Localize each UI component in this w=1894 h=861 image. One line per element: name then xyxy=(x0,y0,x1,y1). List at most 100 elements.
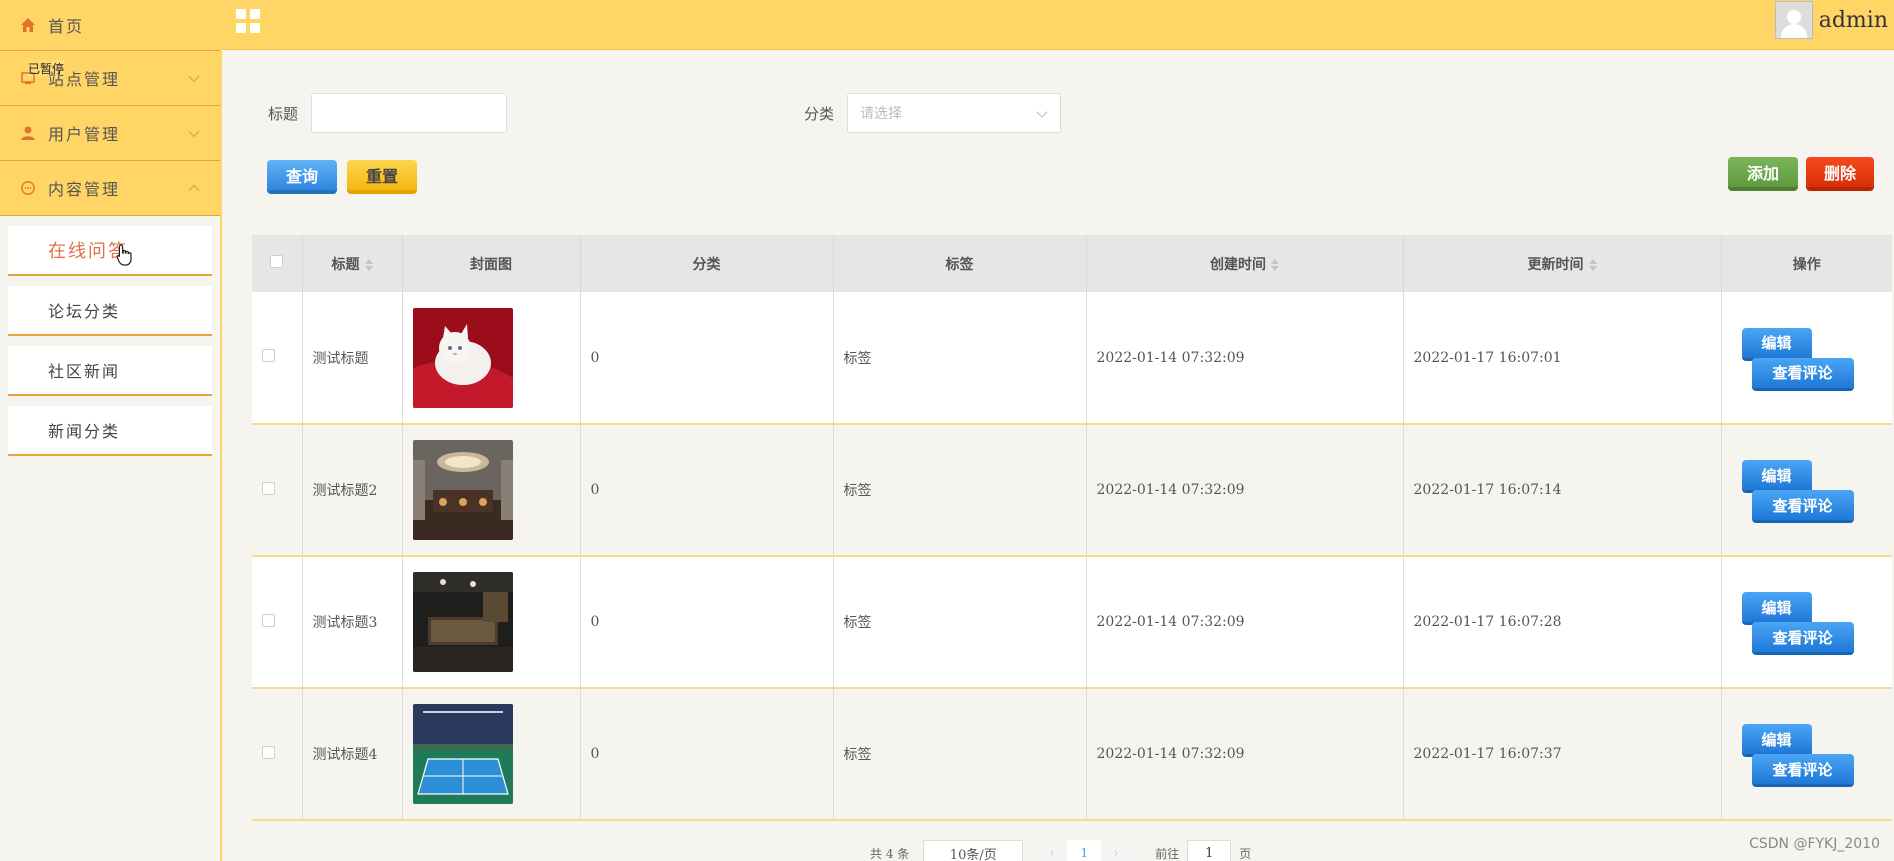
row-checkbox[interactable] xyxy=(262,349,275,362)
category-search-label: 分类 xyxy=(804,105,835,123)
cover-image-kitten[interactable] xyxy=(412,307,513,408)
cover-image-dining-hall[interactable] xyxy=(412,440,513,540)
col-created-label: 创建时间 xyxy=(1210,256,1266,273)
category-select-placeholder: 请选择 xyxy=(860,106,902,122)
menu-home-label: 首页 xyxy=(48,17,85,36)
chat-icon xyxy=(20,180,36,196)
row-actions: 编辑 查看评论 xyxy=(1721,556,1892,689)
row-tag: 标签 xyxy=(833,424,1087,557)
pagination-total: 共 4 条 xyxy=(870,846,910,861)
view-comments-button[interactable]: 查看评论 xyxy=(1751,754,1854,784)
row-category: 0 xyxy=(580,424,834,557)
row-created: 2022-01-14 07:32:09 xyxy=(1086,556,1404,689)
page-number-current[interactable]: 1 xyxy=(1067,840,1102,861)
chevron-down-icon xyxy=(1036,106,1048,118)
edit-button[interactable]: 编辑 xyxy=(1741,327,1812,358)
reset-button[interactable]: 重置 xyxy=(347,160,417,190)
table-row: 测试标题3 0 标签 2022-01-14 07:32:09 2022-01-1… xyxy=(252,556,1892,689)
row-category: 0 xyxy=(580,688,834,821)
edit-button[interactable]: 编辑 xyxy=(1741,460,1812,490)
content-submenu: 在线问答 论坛分类 社区新闻 新闻分类 xyxy=(0,216,220,456)
submenu-community-news[interactable]: 社区新闻 xyxy=(8,346,212,396)
sidebar: 首页 站点管理 用户管理 内容管理 已暂停 在线问答 论坛分类 社区新闻 新闻分… xyxy=(0,0,222,861)
chevron-up-icon xyxy=(188,184,200,197)
username: admin xyxy=(1818,7,1888,33)
sort-icon[interactable] xyxy=(1588,258,1597,271)
row-actions: 编辑 查看评论 xyxy=(1721,424,1892,557)
edit-button[interactable]: 编辑 xyxy=(1741,724,1812,754)
hand-cursor-icon xyxy=(116,244,134,271)
avatar[interactable] xyxy=(1774,1,1813,39)
paused-overlay: 已暂停 xyxy=(28,60,65,77)
submenu-forum-category-label: 论坛分类 xyxy=(48,302,121,321)
row-title: 测试标题4 xyxy=(302,688,403,821)
menu-user-management[interactable]: 用户管理 xyxy=(0,106,220,161)
view-comments-button[interactable]: 查看评论 xyxy=(1751,490,1854,520)
page-size-value: 10条/页 xyxy=(949,847,997,861)
submenu-forum-category[interactable]: 论坛分类 xyxy=(8,286,212,336)
row-title: 测试标题2 xyxy=(302,424,403,557)
col-actions-label: 操作 xyxy=(1792,256,1821,273)
view-comments-button[interactable]: 查看评论 xyxy=(1751,357,1854,388)
col-tag: 标签 xyxy=(833,235,1087,292)
next-page-button[interactable]: › xyxy=(1101,840,1132,861)
col-cover: 封面图 xyxy=(402,235,581,292)
row-checkbox-cell xyxy=(252,424,303,557)
col-tag-label: 标签 xyxy=(945,256,974,273)
submenu-online-qa[interactable]: 在线问答 xyxy=(8,226,212,276)
row-checkbox[interactable] xyxy=(262,745,275,759)
table-row: 测试标题 0 标签 2022-01-14 07:32:09 2022-01-17… xyxy=(252,292,1892,425)
row-cover xyxy=(402,688,581,821)
prev-page-button[interactable]: ‹ xyxy=(1037,840,1068,861)
chevron-left-icon: ‹ xyxy=(1049,846,1055,860)
table-row: 测试标题2 0 标签 2022-01-14 07:32:09 2022-01-1… xyxy=(252,424,1892,557)
delete-button[interactable]: 删除 xyxy=(1806,157,1874,187)
row-created: 2022-01-14 07:32:09 xyxy=(1086,688,1404,821)
top-header: admin xyxy=(222,0,1894,50)
cover-image-tennis-court[interactable] xyxy=(412,704,513,804)
col-updated[interactable]: 更新时间 xyxy=(1403,235,1722,292)
row-checkbox-cell xyxy=(252,688,303,821)
row-cover xyxy=(402,292,581,425)
chevron-right-icon: › xyxy=(1113,846,1119,860)
row-cover xyxy=(402,556,581,689)
col-category-label: 分类 xyxy=(692,256,721,273)
row-updated: 2022-01-17 16:07:14 xyxy=(1403,424,1722,557)
grid-menu-icon[interactable] xyxy=(236,9,260,33)
table-row: 测试标题4 0 标签 2022-01-14 07:32:09 2022-01-1… xyxy=(252,688,1892,821)
content-table: 标题 封面图 分类 标签 创建时间 更新时间 操作 测试标题 0 标签 2022… xyxy=(252,235,1892,821)
col-category: 分类 xyxy=(580,235,834,292)
category-select[interactable]: 请选择 xyxy=(847,93,1061,133)
row-created: 2022-01-14 07:32:09 xyxy=(1086,292,1404,425)
row-tag: 标签 xyxy=(833,688,1087,821)
add-button[interactable]: 添加 xyxy=(1728,157,1798,187)
pagination: 共 4 条 10条/页 ‹ 1 › 前往 1 页 xyxy=(870,840,1251,861)
query-button[interactable]: 查询 xyxy=(267,160,337,190)
goto-page-input[interactable]: 1 xyxy=(1187,840,1232,861)
row-title: 测试标题 xyxy=(302,292,403,425)
row-actions: 编辑 查看评论 xyxy=(1721,688,1892,821)
user-box[interactable]: admin xyxy=(1774,0,1894,40)
select-all-checkbox[interactable] xyxy=(270,255,284,268)
menu-home[interactable]: 首页 xyxy=(0,0,220,51)
page-suffix: 页 xyxy=(1239,846,1252,861)
row-checkbox[interactable] xyxy=(262,481,275,495)
row-checkbox[interactable] xyxy=(262,613,275,627)
select-all-header xyxy=(252,235,303,292)
col-title[interactable]: 标题 xyxy=(302,235,403,292)
title-search-input[interactable] xyxy=(311,93,507,133)
page-size-select[interactable]: 10条/页 xyxy=(923,840,1024,861)
row-tag: 标签 xyxy=(833,556,1087,689)
menu-content-management[interactable]: 内容管理 xyxy=(0,161,220,216)
row-category: 0 xyxy=(580,292,834,425)
sort-icon[interactable] xyxy=(1271,258,1279,271)
user-icon xyxy=(20,125,36,141)
title-search-label: 标题 xyxy=(268,105,299,123)
cover-image-billiards-room[interactable] xyxy=(412,572,513,672)
submenu-news-category[interactable]: 新闻分类 xyxy=(8,406,212,456)
view-comments-button[interactable]: 查看评论 xyxy=(1751,622,1854,652)
watermark: CSDN @FYKJ_2010 xyxy=(1749,836,1880,852)
edit-button[interactable]: 编辑 xyxy=(1741,592,1812,622)
sort-icon[interactable] xyxy=(364,258,373,271)
col-created[interactable]: 创建时间 xyxy=(1086,235,1404,292)
